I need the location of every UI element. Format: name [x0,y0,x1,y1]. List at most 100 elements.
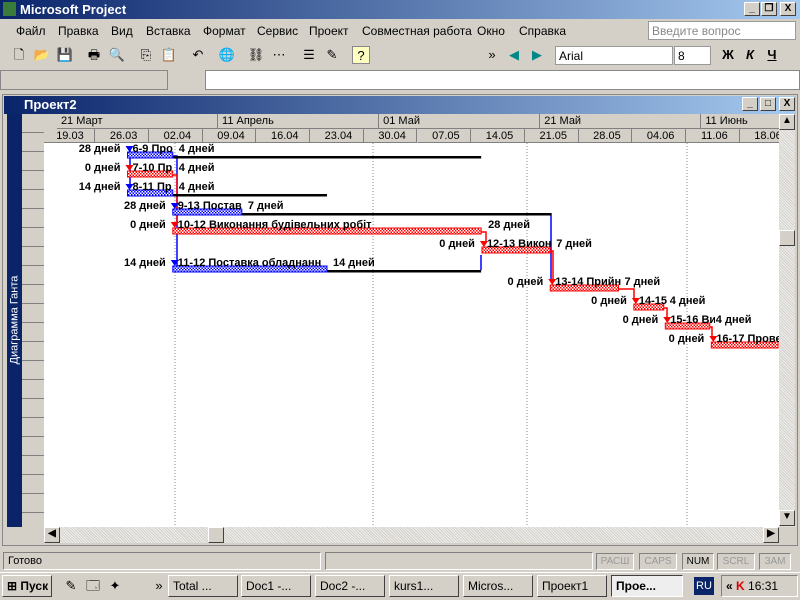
menu-edit[interactable]: Правка [58,24,99,38]
undo-icon[interactable]: ↶ [189,46,207,64]
task-duration-label: 7 дней [624,276,661,288]
entry-bar-input[interactable] [205,70,800,90]
timescale-week: 02.04 [149,129,203,143]
status-area [325,552,593,570]
menu-format[interactable]: Формат [203,24,246,38]
timescale-month: 21 Март [56,114,219,129]
task-duration-label: 28 дней [488,219,530,231]
arrow-left-icon[interactable]: ◀ [505,46,523,64]
task-name-label: 14-15 [638,295,667,307]
menu-project[interactable]: Проект [309,24,349,38]
task-duration-label: 4 дней [178,181,215,193]
slack-bar [172,156,482,159]
quicklaunch-icon[interactable]: ✦ [106,577,124,595]
child-maximize-button[interactable]: □ [760,97,776,111]
task-info-icon[interactable]: ☰ [300,46,318,64]
tray-expand-icon[interactable]: « [726,579,733,593]
scroll-thumb[interactable] [779,230,795,246]
slack-bar [241,213,551,216]
bold-button[interactable]: Ж [719,46,737,64]
project-window-title-bar: Проект2 _ □ X [4,96,796,114]
arrow-right-icon[interactable]: ▶ [528,46,546,64]
task-duration-label: 7 дней [247,200,284,212]
menu-collaborate[interactable]: Совместная работа [362,24,472,38]
task-slack-label: 0 дней [622,314,659,326]
child-minimize-button[interactable]: _ [742,97,758,111]
new-icon[interactable]: 🗋 [10,46,28,64]
scroll-up-button[interactable]: ▲ [779,114,795,130]
ask-question-input[interactable]: Введите вопрос [648,21,796,40]
app-title-bar: Microsoft Project _ ❐ X [0,0,800,19]
close-button[interactable]: X [780,2,796,16]
vertical-scrollbar[interactable]: ▲ ▼ [779,114,795,527]
help-icon[interactable]: ? [352,46,370,64]
quicklaunch-icon[interactable]: ✎ [62,577,80,595]
menu-file[interactable]: Файл [16,24,46,38]
indicator-ext: РАСШ [596,553,634,570]
copy-icon[interactable]: ⎘ [137,46,155,64]
hscroll-thumb[interactable] [208,527,224,543]
quicklaunch-overflow-icon[interactable]: » [150,577,168,595]
font-size-select[interactable]: 8 [674,46,711,65]
timescale-week: 04.06 [632,129,686,143]
timescale-week: 11.06 [686,129,740,143]
taskbar-item[interactable]: Doc2 -... [315,575,385,597]
taskbar-item-active[interactable]: Прое... [611,575,683,597]
menu-help[interactable]: Справка [519,24,566,38]
task-slack-label: 0 дней [507,276,544,288]
save-icon[interactable]: 💾 [56,46,74,64]
language-indicator[interactable]: RU [694,577,714,595]
task-name-label: 6-9 Про [132,143,173,155]
timescale-month: 21 Май [540,114,702,129]
timescale-week: 19.03 [44,129,96,143]
horizontal-scrollbar[interactable]: ◀ ▶ [44,527,779,543]
timescale-month: 11 Апрель [218,114,380,129]
web-icon[interactable]: 🌐 [218,46,236,64]
link-line [710,326,713,337]
timescale-month: 11 Июнь [701,114,779,129]
indicator-ovr: ЗАМ [759,553,791,570]
quicklaunch-icon[interactable]: 🗔 [84,577,102,595]
taskbar-item[interactable]: Total ... [168,575,238,597]
timescale-week: 18.06 [739,129,779,143]
italic-button[interactable]: К [741,46,759,64]
menu-window[interactable]: Окно [477,24,505,38]
taskbar-item[interactable]: Micros... [463,575,533,597]
antivirus-icon[interactable]: K [736,579,745,593]
menu-view[interactable]: Вид [111,24,133,38]
print-preview-icon[interactable]: 🔍 [108,46,126,64]
link-tasks-icon[interactable]: ⛓ [247,46,265,64]
toolbar-overflow-icon[interactable]: » [483,46,501,64]
paste-icon[interactable]: 📋 [160,46,178,64]
taskbar-item[interactable]: Проект1 [537,575,607,597]
taskbar-item[interactable]: kurs1... [389,575,459,597]
scroll-right-button[interactable]: ▶ [763,527,779,543]
underline-button[interactable]: Ч [763,46,781,64]
start-button[interactable]: ⊞ Пуск [2,575,52,597]
font-select[interactable]: Arial [555,46,673,65]
project-window-title: Проект2 [24,97,77,112]
scroll-left-button[interactable]: ◀ [44,527,60,543]
task-name-label: 12-13 Викон [486,238,552,250]
taskbar-item[interactable]: Doc1 -... [241,575,311,597]
task-name-label: 16-17 Прове [716,333,779,345]
task-slack-label: 0 дней [130,219,166,231]
restore-button[interactable]: ❐ [761,2,777,16]
gantt-chart[interactable]: 28 дней 6-9 Про 4 дней 0 дней 7-10 Пр 4 дней 1… [44,143,779,527]
minimize-button[interactable]: _ [744,2,760,16]
task-duration-label: 4 дней [178,162,215,174]
open-icon[interactable]: 📂 [33,46,51,64]
task-name-label: 7-10 Пр [132,162,173,174]
child-close-button[interactable]: X [779,97,795,111]
view-bar[interactable]: Диаграмма Ганта [7,114,22,527]
indicator-num: NUM [682,553,714,570]
scroll-down-button[interactable]: ▼ [779,510,795,526]
menu-tools[interactable]: Сервис [257,24,298,38]
timescale-week: 28.05 [578,129,633,143]
task-name-label: 8-11 Пр [132,181,172,193]
notes-icon[interactable]: ✎ [323,46,341,64]
timescale-week: 23.04 [310,129,364,143]
menu-insert[interactable]: Вставка [146,24,191,38]
unlink-tasks-icon[interactable]: ⋯ [270,46,288,64]
print-icon[interactable]: 🖶 [85,46,103,64]
